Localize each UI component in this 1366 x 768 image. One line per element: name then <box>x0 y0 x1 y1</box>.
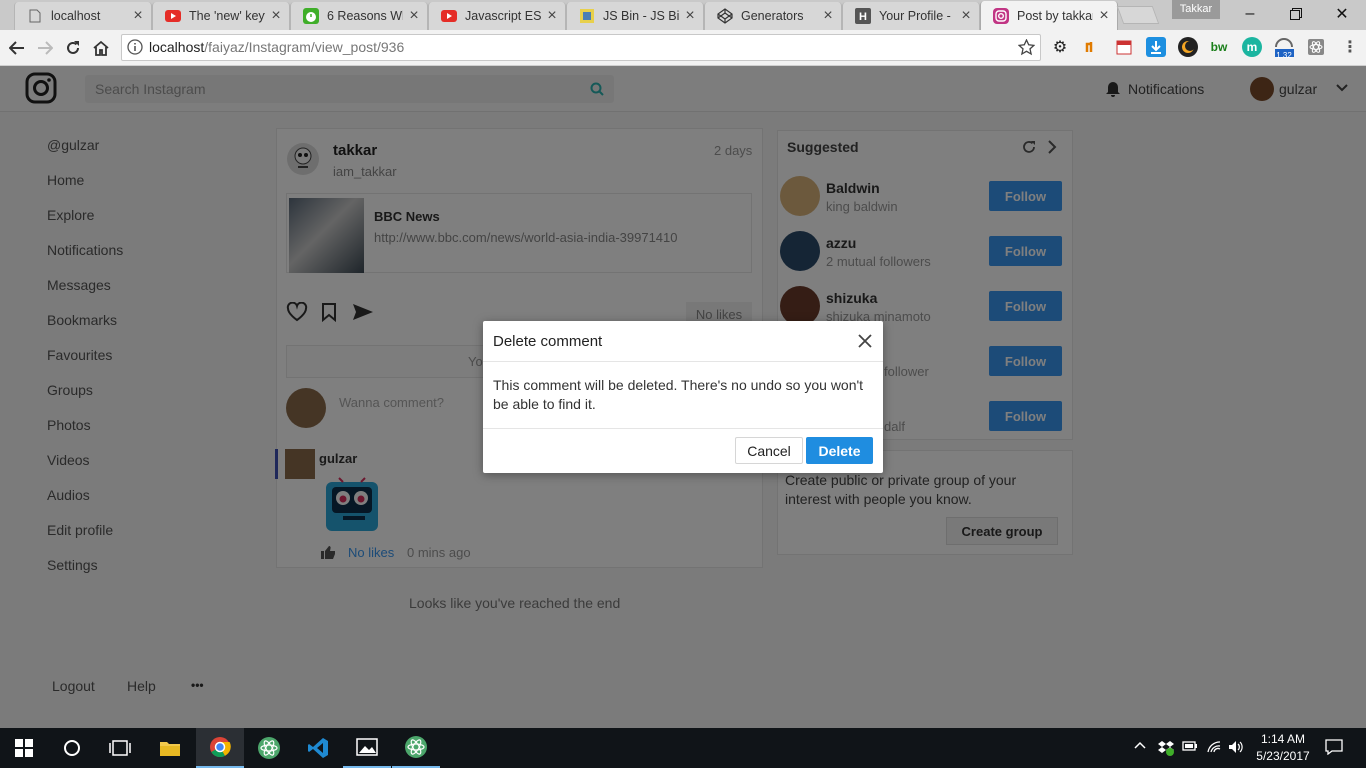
task-view-icon[interactable] <box>96 728 144 768</box>
windows-start-icon[interactable] <box>0 728 48 768</box>
dropbox-icon[interactable] <box>1157 740 1175 756</box>
close-icon[interactable]: × <box>1097 7 1111 25</box>
close-icon[interactable]: × <box>959 7 973 25</box>
close-icon[interactable]: × <box>407 7 421 25</box>
tab-new-keyword[interactable]: The 'new' keyw × <box>152 2 290 30</box>
back-icon[interactable] <box>7 38 27 58</box>
dialog-message: This comment will be deleted. There's no… <box>493 377 864 412</box>
delete-comment-dialog: Delete comment This comment will be dele… <box>483 321 883 473</box>
vscode-taskbar-icon[interactable] <box>294 728 342 768</box>
extension-m-icon[interactable]: m <box>1242 37 1262 57</box>
restore-button[interactable] <box>1273 0 1319 28</box>
bookmark-star-icon[interactable] <box>1018 39 1035 56</box>
close-icon[interactable]: × <box>269 7 283 25</box>
taskbar-clock[interactable]: 1:14 AM 5/23/2017 <box>1250 731 1316 765</box>
close-window-button[interactable]: ✕ <box>1319 0 1365 28</box>
chrome-menu-icon[interactable]: ⋮ <box>1340 37 1360 57</box>
tab-javascript-es7[interactable]: Javascript ES7 × <box>428 2 566 30</box>
tab-label: Generators <box>741 9 804 23</box>
extension-react-icon[interactable] <box>1306 37 1326 57</box>
close-icon[interactable]: × <box>545 7 559 25</box>
svg-text:H: H <box>859 11 867 23</box>
dialog-divider <box>483 428 883 429</box>
dialog-title: Delete comment <box>493 333 603 350</box>
info-icon[interactable] <box>127 39 143 55</box>
hashnode-icon: H <box>855 8 871 24</box>
tab-localhost[interactable]: localhost × <box>14 2 152 30</box>
new-tab-button[interactable] <box>1116 6 1160 24</box>
close-icon[interactable]: × <box>131 7 145 25</box>
home-icon[interactable] <box>91 38 111 58</box>
tab-label: Your Profile - I <box>879 9 955 23</box>
atom-taskbar-icon[interactable] <box>245 728 293 768</box>
youtube-icon <box>165 8 181 24</box>
close-icon[interactable]: × <box>821 7 835 25</box>
clock-time: 1:14 AM <box>1260 732 1306 746</box>
url-path: /faiyaz/Instagram/view_post/936 <box>204 39 405 55</box>
cortana-search-icon[interactable] <box>48 728 96 768</box>
volume-icon[interactable] <box>1228 740 1244 754</box>
forward-icon[interactable] <box>35 38 55 58</box>
chevron-up-icon[interactable] <box>1134 741 1146 749</box>
tab-generators[interactable]: Generators × <box>704 2 842 30</box>
extension-pencil-icon[interactable] <box>1082 37 1102 57</box>
chrome-taskbar-icon[interactable] <box>196 728 244 768</box>
delete-button[interactable]: Delete <box>806 437 873 464</box>
url-host: localhost <box>149 39 205 55</box>
tab-label: Post by takkar <box>1017 9 1093 23</box>
youtube-icon <box>441 8 457 24</box>
instagram-icon <box>993 8 1009 24</box>
tab-label: localhost <box>51 9 101 23</box>
close-icon[interactable]: × <box>683 7 697 25</box>
url-text[interactable]: localhost/faiyaz/Instagram/view_post/936 <box>149 39 404 55</box>
file-explorer-icon[interactable] <box>146 728 194 768</box>
page-icon <box>27 8 43 24</box>
atom-taskbar-icon[interactable] <box>392 728 440 768</box>
extension-badge: 1.32 <box>1276 51 1292 60</box>
tab-label: The 'new' keyw <box>189 9 265 23</box>
minimize-button[interactable]: – <box>1227 0 1273 28</box>
timer-app-icon <box>303 8 319 24</box>
clock-date: 5/23/2017 <box>1256 749 1310 763</box>
photos-taskbar-icon[interactable] <box>343 728 391 768</box>
tab-label: JS Bin - JS Bin <box>603 9 679 23</box>
extension-download-icon[interactable] <box>1146 37 1166 57</box>
jsbin-icon <box>579 8 595 24</box>
battery-icon[interactable] <box>1182 740 1198 752</box>
settings-gear-icon[interactable]: ⚙ <box>1050 37 1070 57</box>
cancel-button[interactable]: Cancel <box>735 437 803 464</box>
dialog-divider <box>483 361 883 362</box>
action-center-icon[interactable] <box>1325 739 1343 755</box>
tab-label: Javascript ES7 <box>465 9 541 23</box>
codepen-icon <box>717 8 733 24</box>
browser-profile-name[interactable]: Takkar <box>1172 0 1220 19</box>
tab-jsbin[interactable]: JS Bin - JS Bin × <box>566 2 704 30</box>
tab-6-reasons[interactable]: 6 Reasons Wh × <box>290 2 428 30</box>
extension-bw-icon[interactable]: bw <box>1209 37 1229 57</box>
reload-icon[interactable] <box>63 38 83 58</box>
close-icon[interactable] <box>856 332 874 350</box>
tab-your-profile[interactable]: H Your Profile - I × <box>842 2 980 30</box>
extension-calendar-icon[interactable] <box>1114 37 1134 57</box>
extension-moon-icon[interactable] <box>1178 37 1198 57</box>
tab-label: 6 Reasons Wh <box>327 9 403 23</box>
tab-post-by-takkar[interactable]: Post by takkar × <box>980 1 1118 31</box>
wifi-icon[interactable] <box>1206 740 1222 754</box>
